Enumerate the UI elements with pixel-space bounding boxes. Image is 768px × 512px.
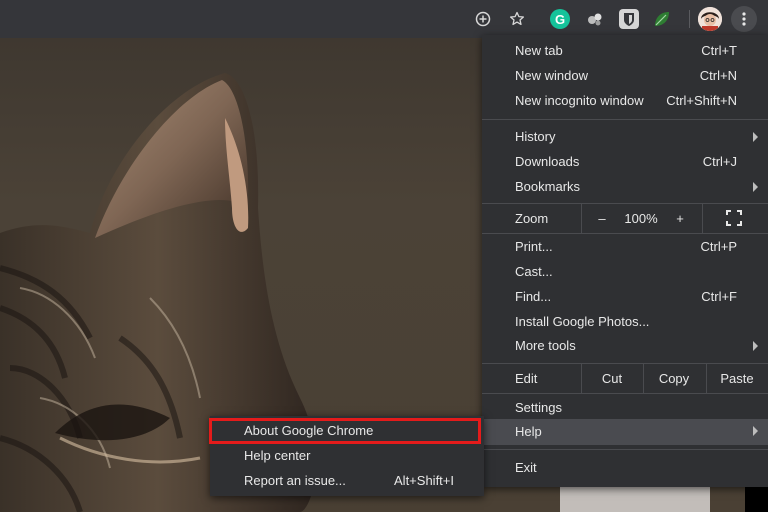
submenu-arrow-icon bbox=[753, 182, 758, 192]
extension-icon[interactable] bbox=[585, 9, 605, 29]
menu-item-more-tools[interactable]: More tools bbox=[482, 334, 768, 359]
menu-shortcut: Ctrl+P bbox=[700, 239, 737, 254]
menu-item-new-tab[interactable]: New tab Ctrl+T bbox=[482, 39, 768, 64]
leaf-icon[interactable] bbox=[652, 9, 672, 29]
toolbar-divider bbox=[689, 10, 690, 28]
grammarly-icon[interactable]: G bbox=[550, 9, 570, 29]
menu-label: Help center bbox=[244, 448, 311, 463]
zoom-divider bbox=[581, 203, 582, 233]
submenu-arrow-icon bbox=[753, 426, 758, 436]
menu-shortcut: Ctrl+Shift+N bbox=[666, 93, 737, 108]
menu-label: History bbox=[515, 129, 556, 144]
menu-label: Find... bbox=[515, 289, 552, 304]
menu-label: Downloads bbox=[515, 154, 580, 169]
menu-label: New tab bbox=[515, 43, 563, 58]
submenu-item-about-google-chrome[interactable]: About Google Chrome bbox=[209, 418, 484, 444]
menu-label: More tools bbox=[515, 338, 576, 353]
star-icon[interactable] bbox=[504, 6, 530, 32]
menu-separator bbox=[482, 233, 768, 234]
help-submenu: About Google Chrome Help center Report a… bbox=[209, 416, 484, 496]
menu-label: Print... bbox=[515, 239, 553, 254]
zoom-level: 100% bbox=[624, 210, 658, 226]
menu-item-new-incognito-window[interactable]: New incognito window Ctrl+Shift+N bbox=[482, 89, 768, 114]
menu-label: Exit bbox=[515, 460, 537, 475]
menu-shortcut: Ctrl+F bbox=[701, 289, 737, 304]
more-vert-icon[interactable] bbox=[731, 6, 757, 32]
menu-item-history[interactable]: History bbox=[482, 125, 768, 150]
paste-button[interactable]: Paste bbox=[707, 363, 767, 393]
menu-shortcut: Ctrl+N bbox=[699, 68, 737, 83]
zoom-in-button[interactable]: + bbox=[668, 203, 692, 233]
avatar[interactable] bbox=[698, 7, 722, 31]
submenu-item-report-an-issue[interactable]: Report an issue... Alt+Shift+I bbox=[210, 469, 484, 494]
dark-corner bbox=[745, 486, 768, 512]
menu-item-bookmarks[interactable]: Bookmarks bbox=[482, 175, 768, 200]
menu-separator bbox=[482, 393, 768, 394]
edit-row: Edit Cut Copy Paste bbox=[482, 363, 768, 393]
submenu-arrow-icon bbox=[753, 132, 758, 142]
menu-shortcut: Alt+Shift+I bbox=[394, 473, 454, 488]
menu-label: Settings bbox=[515, 400, 562, 415]
menu-item-help[interactable]: Help bbox=[482, 419, 768, 445]
submenu-arrow-icon bbox=[753, 341, 758, 351]
menu-label: Bookmarks bbox=[515, 179, 581, 194]
menu-label: Report an issue... bbox=[244, 473, 346, 488]
menu-item-find[interactable]: Find... Ctrl+F bbox=[482, 285, 768, 310]
fullscreen-icon[interactable] bbox=[724, 203, 744, 233]
menu-item-print[interactable]: Print... Ctrl+P bbox=[482, 235, 768, 260]
add-circle-icon[interactable] bbox=[470, 6, 496, 32]
grammarly-letter: G bbox=[554, 11, 566, 27]
browser-toolbar: G bbox=[0, 0, 768, 38]
menu-label: New incognito window bbox=[515, 93, 644, 108]
menu-shortcut: Ctrl+J bbox=[702, 154, 737, 169]
copy-button[interactable]: Copy bbox=[644, 363, 704, 393]
menu-shortcut: Ctrl+T bbox=[701, 43, 737, 58]
menu-item-new-window[interactable]: New window Ctrl+N bbox=[482, 64, 768, 89]
menu-label: Cast... bbox=[515, 264, 553, 279]
menu-item-exit[interactable]: Exit bbox=[482, 456, 768, 481]
chrome-main-menu: New tab Ctrl+T New window Ctrl+N New inc… bbox=[482, 35, 768, 487]
menu-item-settings[interactable]: Settings bbox=[482, 396, 768, 421]
cut-button[interactable]: Cut bbox=[582, 363, 642, 393]
menu-label: About Google Chrome bbox=[244, 423, 374, 438]
menu-label: Install Google Photos... bbox=[515, 314, 650, 329]
menu-separator bbox=[482, 119, 768, 120]
menu-item-cast[interactable]: Cast... bbox=[482, 260, 768, 285]
zoom-label: Zoom bbox=[515, 210, 549, 226]
menu-item-install-google-photos[interactable]: Install Google Photos... bbox=[482, 310, 768, 335]
menu-separator bbox=[482, 449, 768, 450]
edit-label: Edit bbox=[515, 370, 538, 386]
submenu-item-help-center[interactable]: Help center bbox=[210, 444, 484, 469]
zoom-row: Zoom – 100% + bbox=[482, 203, 768, 233]
menu-label: Help bbox=[515, 424, 542, 439]
menu-item-downloads[interactable]: Downloads Ctrl+J bbox=[482, 150, 768, 175]
bitwarden-icon[interactable] bbox=[619, 9, 639, 29]
zoom-out-button[interactable]: – bbox=[590, 203, 614, 233]
zoom-divider bbox=[702, 203, 703, 233]
menu-label: New window bbox=[515, 68, 588, 83]
